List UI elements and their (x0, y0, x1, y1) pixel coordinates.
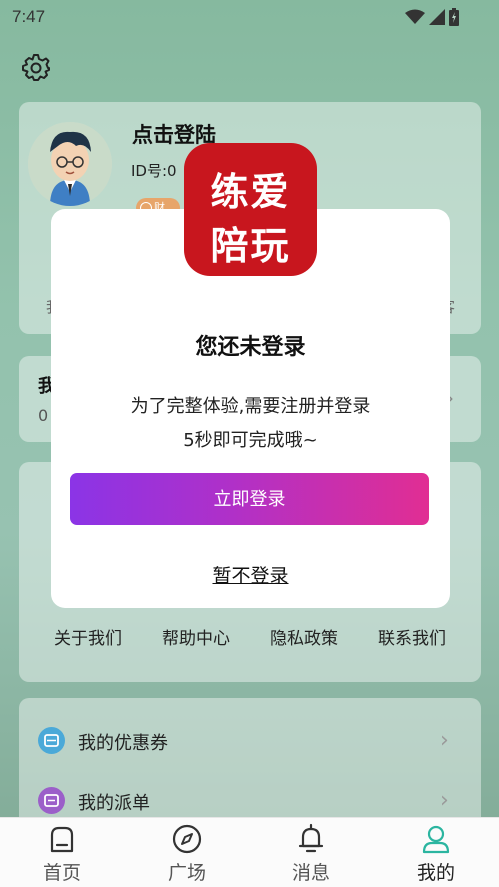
settings-button[interactable] (20, 52, 52, 84)
app-logo-text-line2: 陪玩 (210, 223, 291, 268)
bottom-tab-bar: 首页 广场 消息 我的 (0, 817, 499, 887)
chevron-right-icon: › (440, 788, 449, 813)
avatar-illustration (28, 122, 112, 206)
tab-home-label: 首页 (42, 862, 81, 884)
app-logo-text-line1: 练爱 (210, 169, 291, 214)
compass-icon (172, 824, 202, 854)
status-icons (405, 8, 459, 26)
login-now-button[interactable]: 立即登录 (70, 473, 429, 525)
skip-login-link[interactable]: 暂不登录 (51, 561, 450, 588)
dialog-title: 您还未登录 (195, 335, 306, 360)
signal-icon (429, 9, 445, 25)
dialog-message-line1: 为了完整体验,需要注册并登录 (130, 396, 371, 417)
service-contact-us[interactable]: 联系我们 (367, 624, 457, 649)
menu-item-orders[interactable]: 我的派单 (78, 789, 150, 815)
dialog-message-line2: 5秒即可完成哦~ (183, 430, 318, 451)
wallet-value: 0 (38, 406, 49, 425)
user-icon (422, 825, 450, 854)
tab-messages-label: 消息 (291, 862, 330, 884)
tab-mine-label: 我的 (416, 862, 455, 884)
order-icon (38, 787, 65, 814)
tab-messages[interactable]: 消息 (266, 818, 356, 887)
menu-item-coupons[interactable]: 我的优惠券 (78, 729, 168, 755)
tab-home[interactable]: 首页 (17, 818, 107, 887)
avatar[interactable] (28, 122, 112, 206)
battery-icon (449, 8, 459, 26)
app-logo: 练爱 陪玩 (184, 143, 317, 276)
tab-square-label: 广场 (167, 862, 206, 884)
service-privacy-policy[interactable]: 隐私政策 (259, 624, 349, 649)
tab-mine[interactable]: 我的 (391, 818, 481, 887)
gear-icon (22, 54, 50, 81)
service-help-center[interactable]: 帮助中心 (151, 624, 241, 649)
coupon-icon (38, 727, 65, 754)
wifi-icon (405, 9, 425, 24)
tab-square[interactable]: 广场 (142, 818, 232, 887)
status-bar: 7:47 (0, 0, 499, 34)
chevron-right-icon: › (440, 728, 449, 753)
home-icon (50, 826, 74, 853)
service-about-us[interactable]: 关于我们 (43, 624, 133, 649)
status-time: 7:47 (12, 7, 46, 26)
bell-icon (298, 823, 324, 853)
user-id-label: ID号:0 (131, 162, 177, 180)
